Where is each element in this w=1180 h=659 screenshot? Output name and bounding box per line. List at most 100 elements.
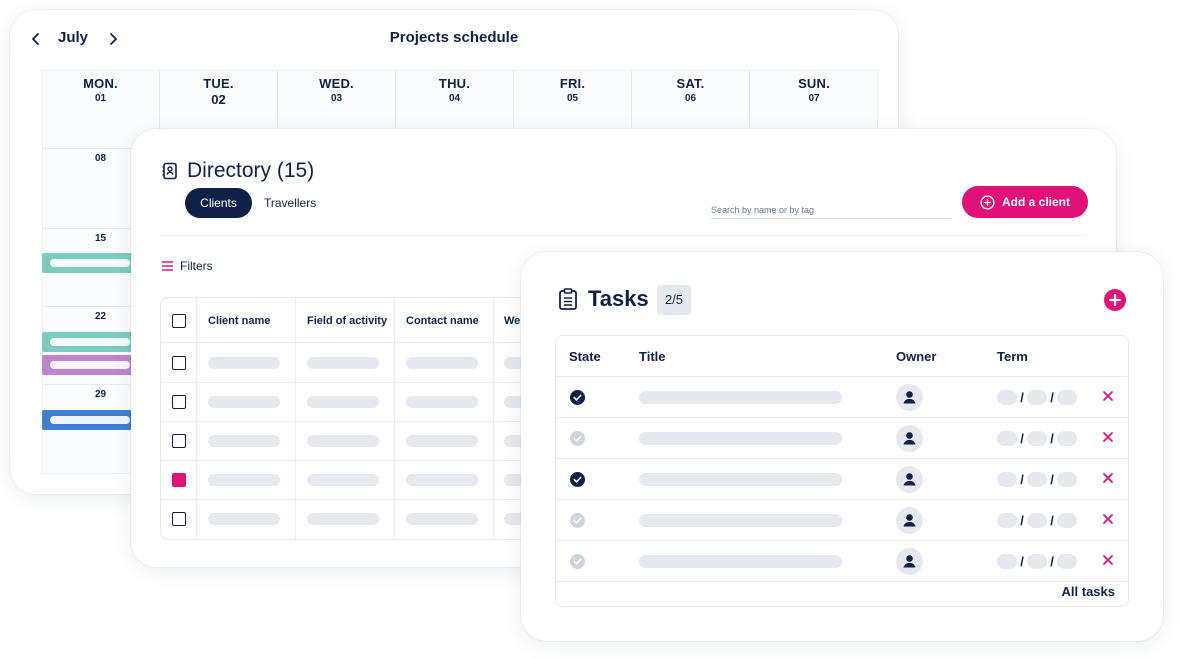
day-name: WED. (319, 76, 354, 91)
directory-title: Directory (15) (187, 159, 315, 182)
check-circle-icon (570, 554, 585, 569)
filters-button[interactable]: Filters (162, 259, 213, 273)
all-tasks-link[interactable]: All tasks (1062, 584, 1115, 599)
table-row[interactable] (161, 344, 560, 383)
plus-circle-icon (980, 194, 995, 210)
select-all-checkbox[interactable] (172, 314, 186, 328)
column-header-contact-name[interactable]: Contact name (406, 315, 479, 327)
check-circle-icon (570, 431, 585, 446)
tasks-table: State Title Owner Term / / / / / / / / /… (555, 335, 1129, 607)
task-state-done[interactable] (570, 472, 585, 487)
cell-placeholder (307, 435, 379, 447)
cell-placeholder (307, 396, 379, 408)
owner-avatar[interactable] (896, 384, 923, 411)
term-date[interactable]: / / (997, 390, 1077, 405)
term-date[interactable]: / / (997, 554, 1077, 569)
user-icon (903, 432, 916, 445)
task-state-pending[interactable] (570, 554, 585, 569)
column-header-owner[interactable]: Owner (896, 349, 936, 364)
column-header-state[interactable]: State (569, 349, 601, 364)
close-icon (1103, 432, 1113, 442)
day-name: THU. (438, 76, 471, 91)
event-label-placeholder (50, 338, 130, 346)
term-month (1027, 390, 1047, 405)
delete-task-button[interactable] (1101, 553, 1115, 567)
filters-label: Filters (180, 259, 213, 273)
task-state-pending[interactable] (570, 513, 585, 528)
delete-task-button[interactable] (1101, 512, 1115, 526)
row-checkbox[interactable] (172, 434, 186, 448)
user-icon (903, 391, 916, 404)
add-client-button[interactable]: Add a client (962, 186, 1088, 218)
close-icon (1103, 555, 1113, 565)
tasks-heading: Tasks (558, 286, 649, 312)
close-icon (1103, 514, 1113, 524)
tab-travellers[interactable]: Travellers (264, 188, 316, 218)
tasks-panel: Tasks 2/5 State Title Owner Term / / / /… (521, 252, 1163, 641)
cell-placeholder (208, 357, 280, 369)
day-number: 05 (566, 93, 579, 104)
day-number: 03 (330, 93, 343, 104)
task-state-done[interactable] (570, 390, 585, 405)
contacts-book-icon (162, 162, 177, 180)
filter-lines-icon (162, 261, 173, 271)
row-checkbox[interactable] (172, 512, 186, 526)
cell-placeholder (406, 435, 478, 447)
clients-table: Client name Field of activity Contact na… (160, 297, 560, 540)
cell-placeholder (307, 357, 379, 369)
row-checkbox[interactable] (172, 356, 186, 370)
task-row[interactable]: / / (556, 541, 1128, 582)
column-header-client-name[interactable]: Client name (208, 315, 270, 327)
table-row[interactable] (161, 383, 560, 422)
column-header-website[interactable]: We (504, 315, 520, 327)
term-year (1057, 431, 1077, 446)
row-checkbox[interactable] (172, 395, 186, 409)
tab-clients[interactable]: Clients (185, 188, 252, 218)
owner-avatar[interactable] (896, 548, 923, 575)
task-state-pending[interactable] (570, 431, 585, 446)
task-row[interactable]: / / (556, 500, 1128, 541)
check-circle-icon (570, 390, 585, 405)
cell-placeholder (406, 357, 478, 369)
table-row[interactable] (161, 461, 560, 500)
cell-placeholder (406, 474, 478, 486)
column-header-term[interactable]: Term (997, 349, 1028, 364)
term-date[interactable]: / / (997, 513, 1077, 528)
delete-task-button[interactable] (1101, 471, 1115, 485)
directory-heading: Directory (15) (161, 159, 314, 183)
cell-placeholder (307, 513, 379, 525)
table-header: Client name Field of activity Contact na… (161, 298, 560, 343)
task-title-placeholder (639, 555, 842, 568)
task-title-placeholder (639, 514, 842, 527)
owner-avatar[interactable] (896, 507, 923, 534)
task-title-placeholder (639, 391, 842, 404)
task-row[interactable]: / / (556, 377, 1128, 418)
delete-task-button[interactable] (1101, 389, 1115, 403)
date-separator: / (1020, 554, 1024, 569)
user-icon (903, 473, 916, 486)
term-date[interactable]: / / (997, 431, 1077, 446)
add-task-button[interactable] (1104, 289, 1126, 311)
cell-placeholder (406, 396, 478, 408)
row-checkbox-checked[interactable] (172, 473, 186, 487)
owner-avatar[interactable] (896, 466, 923, 493)
date-separator: / (1020, 513, 1024, 528)
day-number: 07 (808, 93, 820, 104)
column-header-field-of-activity[interactable]: Field of activity (307, 315, 387, 327)
term-date[interactable]: / / (997, 472, 1077, 487)
task-row[interactable]: / / (556, 459, 1128, 500)
table-row[interactable] (161, 422, 560, 461)
column-header-title[interactable]: Title (639, 349, 666, 364)
search-input[interactable] (711, 201, 951, 219)
term-year (1057, 472, 1077, 487)
term-year (1057, 390, 1077, 405)
delete-task-button[interactable] (1101, 430, 1115, 444)
day-number: 06 (684, 93, 697, 104)
owner-avatar[interactable] (896, 425, 923, 452)
close-icon (1103, 391, 1113, 401)
task-row[interactable]: / / (556, 418, 1128, 459)
table-row[interactable] (161, 500, 560, 539)
cell-placeholder (208, 435, 280, 447)
term-month (1027, 472, 1047, 487)
divider (161, 235, 1086, 236)
